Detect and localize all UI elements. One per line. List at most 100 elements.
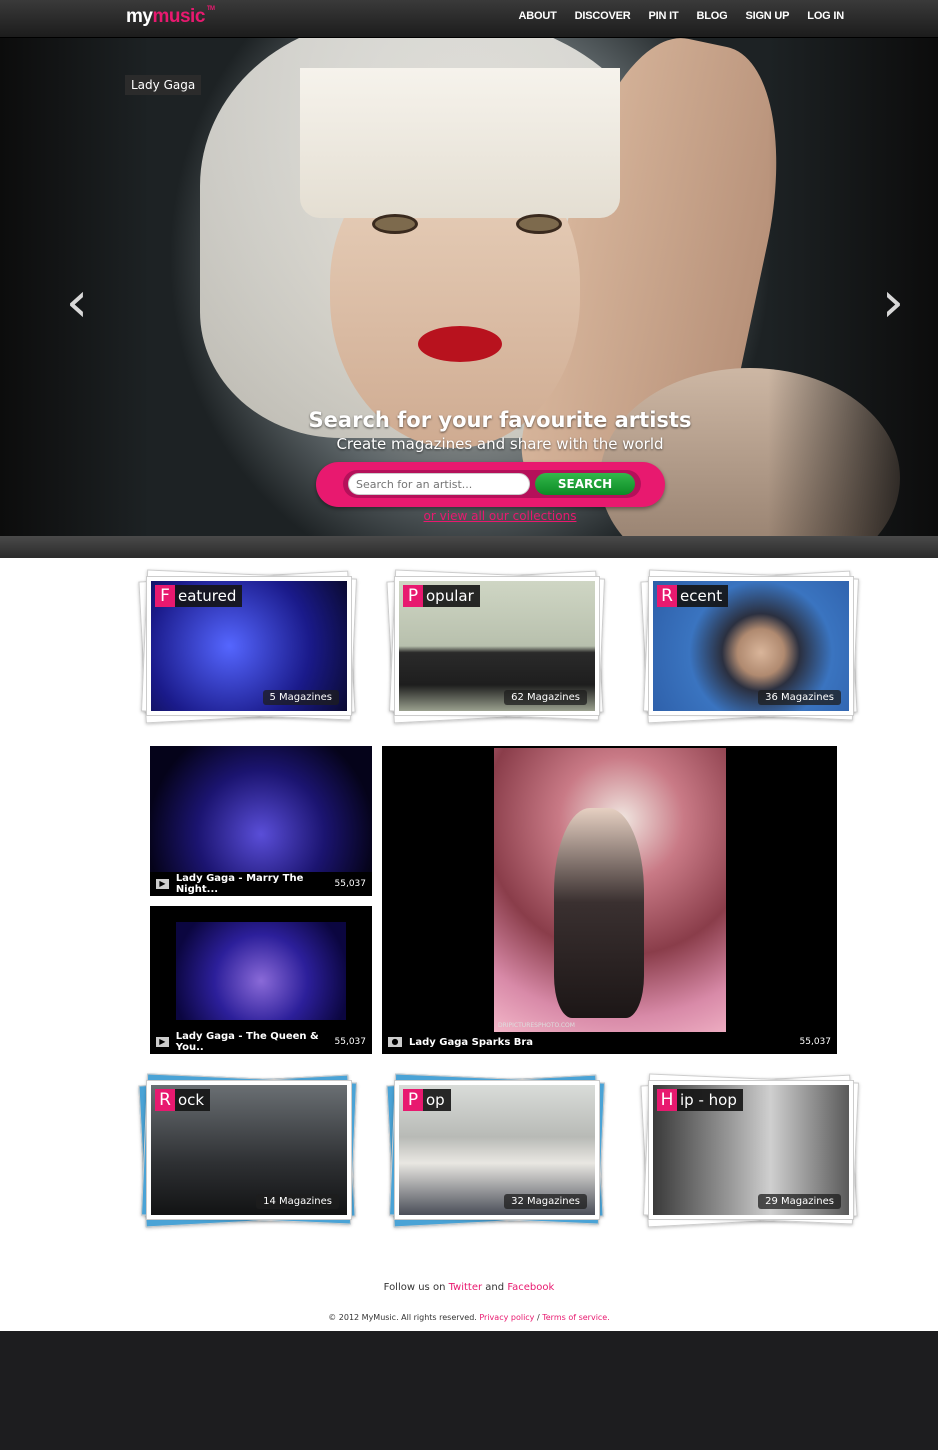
collection-rock[interactable]: Rock 14 Magazines	[138, 1073, 360, 1228]
hero-subtitle: Create magazines and share with the worl…	[336, 435, 664, 453]
view-count: 55,037	[334, 879, 367, 889]
photo-tile-featured[interactable]: DRIPICTURESPHOTO.COM ● Lady Gaga Sparks …	[382, 746, 837, 1054]
nav-sign-up[interactable]: SIGN UP	[745, 10, 789, 22]
collection-popular[interactable]: Popular 62 Magazines	[386, 569, 608, 724]
collection-initial: H	[657, 1089, 677, 1111]
copyright-text: © 2012 MyMusic. All rights reserved.	[328, 1313, 477, 1322]
search-panel: SEARCH	[316, 462, 665, 507]
video-tile-2[interactable]: ▶ Lady Gaga - The Queen & You.. 55,037	[150, 906, 372, 1054]
collection-photo: Pop 32 Magazines	[399, 1085, 595, 1215]
collection-title: Pop	[403, 1089, 451, 1111]
camera-icon: ●	[388, 1037, 402, 1047]
collection-title-rest: opular	[426, 587, 474, 605]
view-all-collections-link[interactable]: or view all our collections	[280, 509, 720, 523]
collection-card: Featured 5 Magazines	[146, 576, 352, 716]
nav-log-in[interactable]: LOG IN	[807, 10, 844, 22]
collection-title-rest: eatured	[178, 587, 237, 605]
video-caption: ▶ Lady Gaga - Marry The Night... 55,037	[156, 873, 367, 895]
photo-caption: ● Lady Gaga Sparks Bra 55,037	[388, 1034, 831, 1050]
twitter-link[interactable]: Twitter	[449, 1282, 483, 1293]
video-title: Lady Gaga - Marry The Night...	[175, 873, 304, 895]
collection-title: Popular	[403, 585, 480, 607]
collection-count: 62 Magazines	[504, 690, 587, 705]
collection-count: 36 Magazines	[758, 690, 841, 705]
footer-follow: Follow us on Twitter and Facebook	[0, 1282, 938, 1293]
logo-music: music	[152, 6, 205, 27]
collection-recent[interactable]: Recent 36 Magazines	[640, 569, 862, 724]
collection-count: 29 Magazines	[758, 1194, 841, 1209]
hero-photo-right-eye	[516, 214, 562, 234]
nav-about[interactable]: ABOUT	[519, 10, 557, 22]
hero-photo-lips	[418, 326, 502, 362]
hero-photo-left-eye	[372, 214, 418, 234]
top-navigation-bar: mymusic TM ABOUT DISCOVER PIN IT BLOG SIG…	[0, 0, 938, 38]
play-icon: ▶	[156, 879, 169, 889]
collection-card: Pop 32 Magazines	[394, 1080, 600, 1220]
collection-card: Popular 62 Magazines	[394, 576, 600, 716]
collection-initial: P	[403, 585, 423, 607]
collection-title: Featured	[155, 585, 243, 607]
collection-pop[interactable]: Pop 32 Magazines	[386, 1073, 608, 1228]
view-count: 55,037	[799, 1037, 832, 1047]
photo-performer	[554, 808, 644, 1018]
collection-initial: R	[657, 585, 677, 607]
footer-copyright: © 2012 MyMusic. All rights reserved. Pri…	[0, 1313, 938, 1322]
collection-title: Hip - hop	[657, 1089, 743, 1111]
video-tile-1[interactable]: ▶ Lady Gaga - Marry The Night... 55,037	[150, 746, 372, 896]
terms-of-service-link[interactable]: Terms of service.	[542, 1313, 610, 1322]
collection-title-rest: op	[426, 1091, 445, 1109]
collection-initial: P	[403, 1089, 423, 1111]
main-nav: ABOUT DISCOVER PIN IT BLOG SIGN UP LOG I…	[519, 10, 845, 22]
collection-initial: F	[155, 585, 175, 607]
video-caption: ▶ Lady Gaga - The Queen & You.. 55,037	[156, 1031, 367, 1053]
logo[interactable]: mymusic TM	[126, 6, 215, 28]
search-button[interactable]: SEARCH	[535, 473, 635, 495]
collection-featured[interactable]: Featured 5 Magazines	[138, 569, 360, 724]
collection-title-rest: ecent	[680, 587, 723, 605]
nav-discover[interactable]: DISCOVER	[575, 10, 631, 22]
follow-and: and	[485, 1282, 505, 1293]
collection-photo: Rock 14 Magazines	[151, 1085, 347, 1215]
collection-photo: Popular 62 Magazines	[399, 581, 595, 711]
search-inner: SEARCH	[343, 470, 641, 498]
hero-bottom-strip	[0, 536, 938, 558]
nav-pin-it[interactable]: PIN IT	[649, 10, 679, 22]
facebook-link[interactable]: Facebook	[507, 1282, 554, 1293]
photo-image: DRIPICTURESPHOTO.COM	[494, 748, 726, 1032]
hero-title: Search for your favourite artists	[308, 408, 692, 432]
collection-count: 14 Magazines	[256, 1194, 339, 1209]
hero-banner: Lady Gaga ‹ › Search for your favourite …	[0, 38, 938, 536]
collection-card: Hip - hop 29 Magazines	[648, 1080, 854, 1220]
collection-title: Recent	[657, 585, 729, 607]
collection-card: Recent 36 Magazines	[648, 576, 854, 716]
video-title: Lady Gaga - The Queen & You..	[175, 1031, 319, 1053]
follow-text: Follow us on	[383, 1282, 446, 1293]
collection-count: 32 Magazines	[504, 1194, 587, 1209]
artist-search-input[interactable]	[348, 473, 530, 495]
logo-my: my	[126, 6, 153, 27]
collection-title-rest: ip - hop	[680, 1091, 737, 1109]
collection-hip-hop[interactable]: Hip - hop 29 Magazines	[640, 1073, 862, 1228]
hero-artist-label: Lady Gaga	[125, 75, 202, 95]
view-count: 55,037	[334, 1037, 367, 1047]
hero-photo-bangs	[300, 68, 620, 218]
video-thumbnail	[150, 746, 372, 872]
collection-photo: Hip - hop 29 Magazines	[653, 1085, 849, 1215]
hero-vignette-right	[768, 38, 938, 536]
carousel-prev-arrow-icon[interactable]: ‹	[60, 275, 94, 331]
collection-count: 5 Magazines	[262, 690, 339, 705]
footer-separator: /	[536, 1313, 540, 1322]
photo-watermark: DRIPICTURESPHOTO.COM	[498, 1022, 575, 1029]
logo-trademark: TM	[206, 6, 215, 12]
collection-card: Rock 14 Magazines	[146, 1080, 352, 1220]
photo-title: Lady Gaga Sparks Bra	[409, 1036, 534, 1048]
video-thumbnail	[176, 922, 346, 1020]
privacy-policy-link[interactable]: Privacy policy	[479, 1313, 534, 1322]
collection-photo: Recent 36 Magazines	[653, 581, 849, 711]
carousel-next-arrow-icon[interactable]: ›	[876, 275, 910, 331]
play-icon: ▶	[156, 1037, 169, 1047]
collection-title-rest: ock	[178, 1091, 205, 1109]
bottom-dark-area	[0, 1331, 938, 1450]
collection-photo: Featured 5 Magazines	[151, 581, 347, 711]
nav-blog[interactable]: BLOG	[696, 10, 727, 22]
